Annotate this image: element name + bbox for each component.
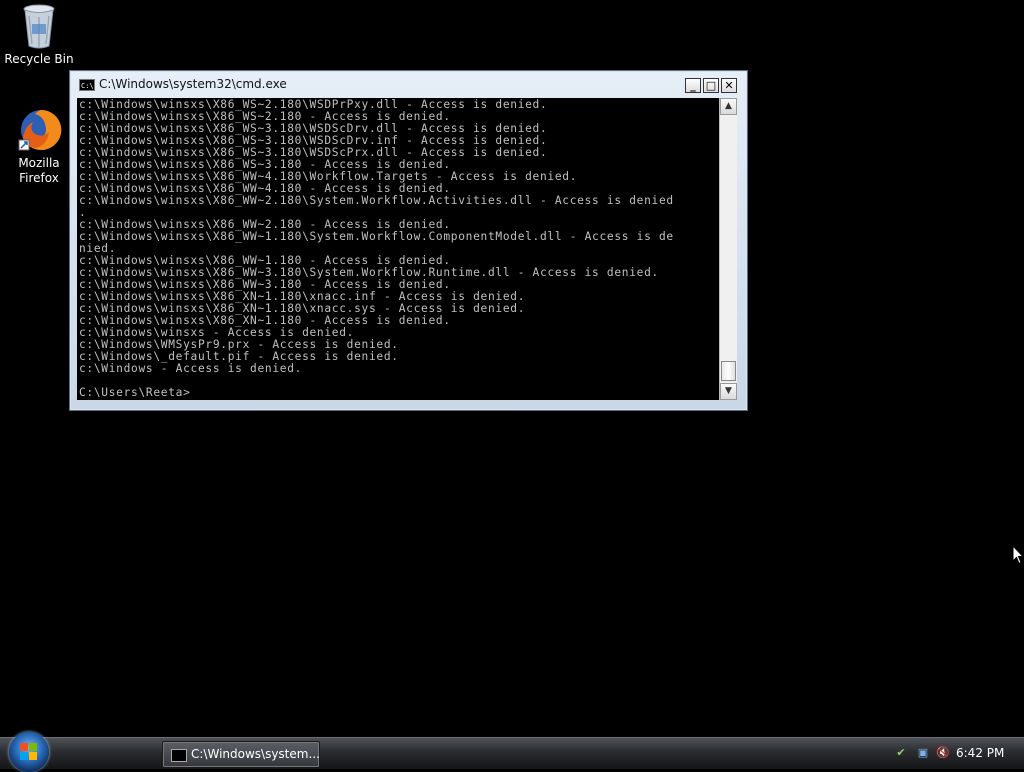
cmd-app-icon[interactable]: C:\ [79, 79, 95, 91]
recycle-bin-icon [23, 4, 55, 49]
firefox-label-line1: Mozilla [18, 156, 60, 170]
firefox-icon [18, 109, 62, 151]
windows-logo-icon [20, 743, 38, 761]
scroll-thumb[interactable] [721, 361, 736, 381]
firefox-label-line2: Firefox [19, 171, 59, 185]
minimize-button[interactable]: _ [685, 78, 701, 93]
cmd-taskbar-icon [171, 749, 187, 762]
recycle-bin-label: Recycle Bin [4, 52, 74, 66]
vertical-scrollbar[interactable]: ▲ ▼ [719, 98, 737, 400]
console-line: c:\Windows - Access is denied. [79, 362, 303, 375]
recycle-bin-shortcut[interactable]: Recycle Bin [0, 2, 78, 67]
firefox-shortcut[interactable]: Mozilla Firefox [0, 106, 78, 186]
close-button[interactable]: ✕ [721, 78, 737, 93]
scroll-down-arrow-icon[interactable]: ▼ [720, 383, 737, 400]
taskbar-cmd-button[interactable]: C:\Windows\system... [162, 741, 320, 768]
console-output[interactable]: c:\Windows\winsxs\X86_WS~2.180\WSDPrPxy.… [77, 98, 719, 400]
taskbar-cmd-label: C:\Windows\system... [191, 747, 320, 761]
safety-icon[interactable]: ✔ [894, 746, 908, 760]
taskbar: C:\Windows\system... ✔ ▣ 🔇 6:42 PM [0, 732, 1024, 772]
window-title: C:\Windows\system32\cmd.exe [99, 77, 287, 91]
cmd-window[interactable]: C:\ C:\Windows\system32\cmd.exe _ □ ✕ c:… [69, 70, 748, 411]
volume-muted-icon[interactable]: 🔇 [936, 746, 950, 760]
system-tray: ✔ ▣ 🔇 6:42 PM [888, 738, 1024, 769]
start-button[interactable] [9, 732, 49, 772]
console-text: c:\Windows\winsxs\X86_WS~2.180\WSDPrPxy.… [77, 98, 719, 399]
console-line: C:\Users\Reeta> [79, 386, 191, 399]
clock[interactable]: 6:42 PM [956, 746, 1004, 760]
console-line: c:\Windows\winsxs\X86_WW~2.180\System.Wo… [79, 194, 674, 207]
console-line: c:\Windows\winsxs\X86_WW~1.180\System.Wo… [79, 230, 674, 243]
maximize-button[interactable]: □ [703, 78, 719, 93]
mouse-pointer-icon [1012, 545, 1024, 565]
network-icon[interactable]: ▣ [916, 746, 930, 760]
window-titlebar[interactable]: C:\ C:\Windows\system32\cmd.exe _ □ ✕ [74, 75, 743, 95]
scroll-up-arrow-icon[interactable]: ▲ [720, 98, 737, 115]
